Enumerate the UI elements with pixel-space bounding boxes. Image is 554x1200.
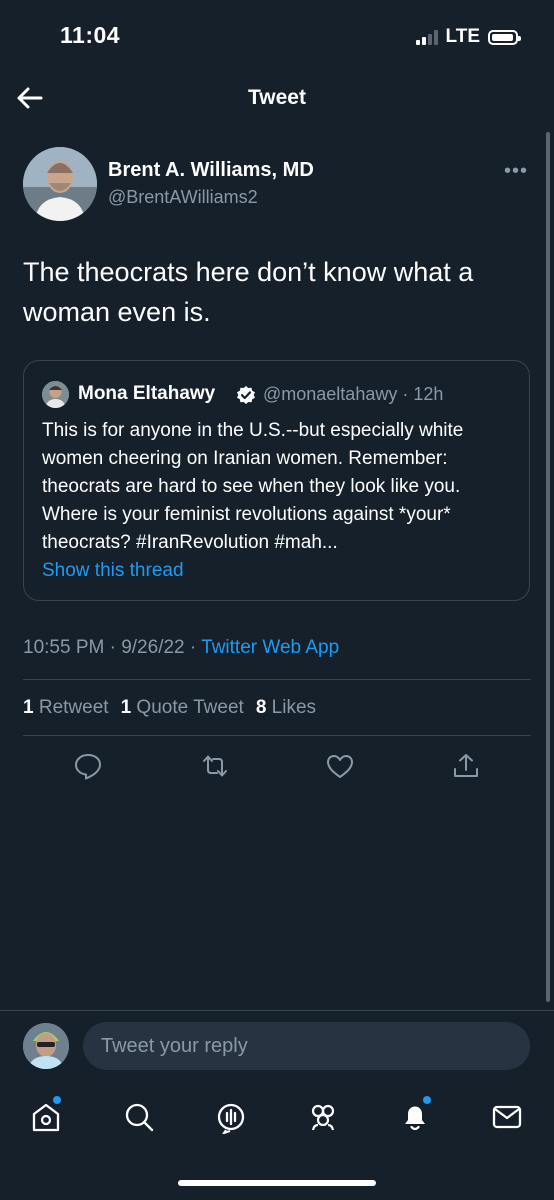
divider — [23, 679, 531, 680]
quoted-author-avatar — [42, 381, 69, 408]
more-options-icon[interactable]: ••• — [504, 160, 528, 183]
quoted-tweet-card[interactable]: Mona Eltahawy @monaeltahawy · 12h This i… — [23, 360, 530, 601]
divider — [23, 735, 531, 736]
notifications-icon[interactable] — [398, 1100, 432, 1134]
network-label: LTE — [445, 26, 480, 47]
status-time: 11:04 — [60, 22, 121, 48]
home-notification-dot — [53, 1096, 61, 1104]
tweet-meta: 10:55 PM · 9/26/22 · Twitter Web App — [23, 637, 339, 659]
tweet-text: The theocrats here don’t know what a wom… — [23, 257, 474, 327]
status-indicators: LTE — [415, 26, 521, 48]
signal-icon — [415, 29, 438, 45]
likes-stat[interactable]: 8 Likes — [256, 697, 316, 719]
battery-icon — [488, 29, 521, 45]
quoted-author-name: Mona Eltahawy — [78, 383, 216, 404]
spaces-icon[interactable] — [214, 1100, 248, 1134]
quoted-tweet-text: This is for anyone in the U.S.--but espe… — [42, 420, 464, 553]
quoted-author-handle: @monaeltahawy · 12h — [263, 384, 444, 404]
author-name[interactable]: Brent A. Williams, MD — [108, 159, 314, 182]
tweet-source-link[interactable]: Twitter Web App — [201, 637, 339, 658]
home-icon[interactable] — [29, 1100, 63, 1134]
user-avatar[interactable] — [23, 1023, 69, 1069]
author-handle[interactable]: @BrentAWilliams2 — [108, 187, 258, 208]
author-avatar[interactable] — [23, 147, 97, 221]
share-icon[interactable] — [451, 751, 481, 781]
like-icon[interactable] — [325, 751, 355, 781]
reply-bar-divider — [0, 1010, 554, 1011]
retweet-icon[interactable] — [200, 751, 230, 781]
retweets-stat[interactable]: 1 Retweet — [23, 697, 109, 719]
tweet-stats: 1 Retweet 1 Quote Tweet 8 Likes — [23, 697, 316, 719]
home-indicator — [178, 1180, 376, 1186]
verified-badge-icon — [237, 386, 255, 404]
reply-icon[interactable] — [73, 751, 103, 781]
tweet-timestamp: 10:55 PM · 9/26/22 · — [23, 637, 202, 658]
quote-tweets-stat[interactable]: 1 Quote Tweet — [121, 697, 244, 719]
messages-icon[interactable] — [490, 1100, 524, 1134]
show-thread-link[interactable]: Show this thread — [42, 560, 184, 582]
search-icon[interactable] — [122, 1100, 156, 1134]
reply-input[interactable] — [83, 1022, 530, 1070]
scrollbar[interactable] — [546, 132, 550, 1002]
page-title: Tweet — [248, 86, 306, 109]
notifications-dot — [423, 1096, 431, 1104]
communities-icon[interactable] — [306, 1100, 340, 1134]
